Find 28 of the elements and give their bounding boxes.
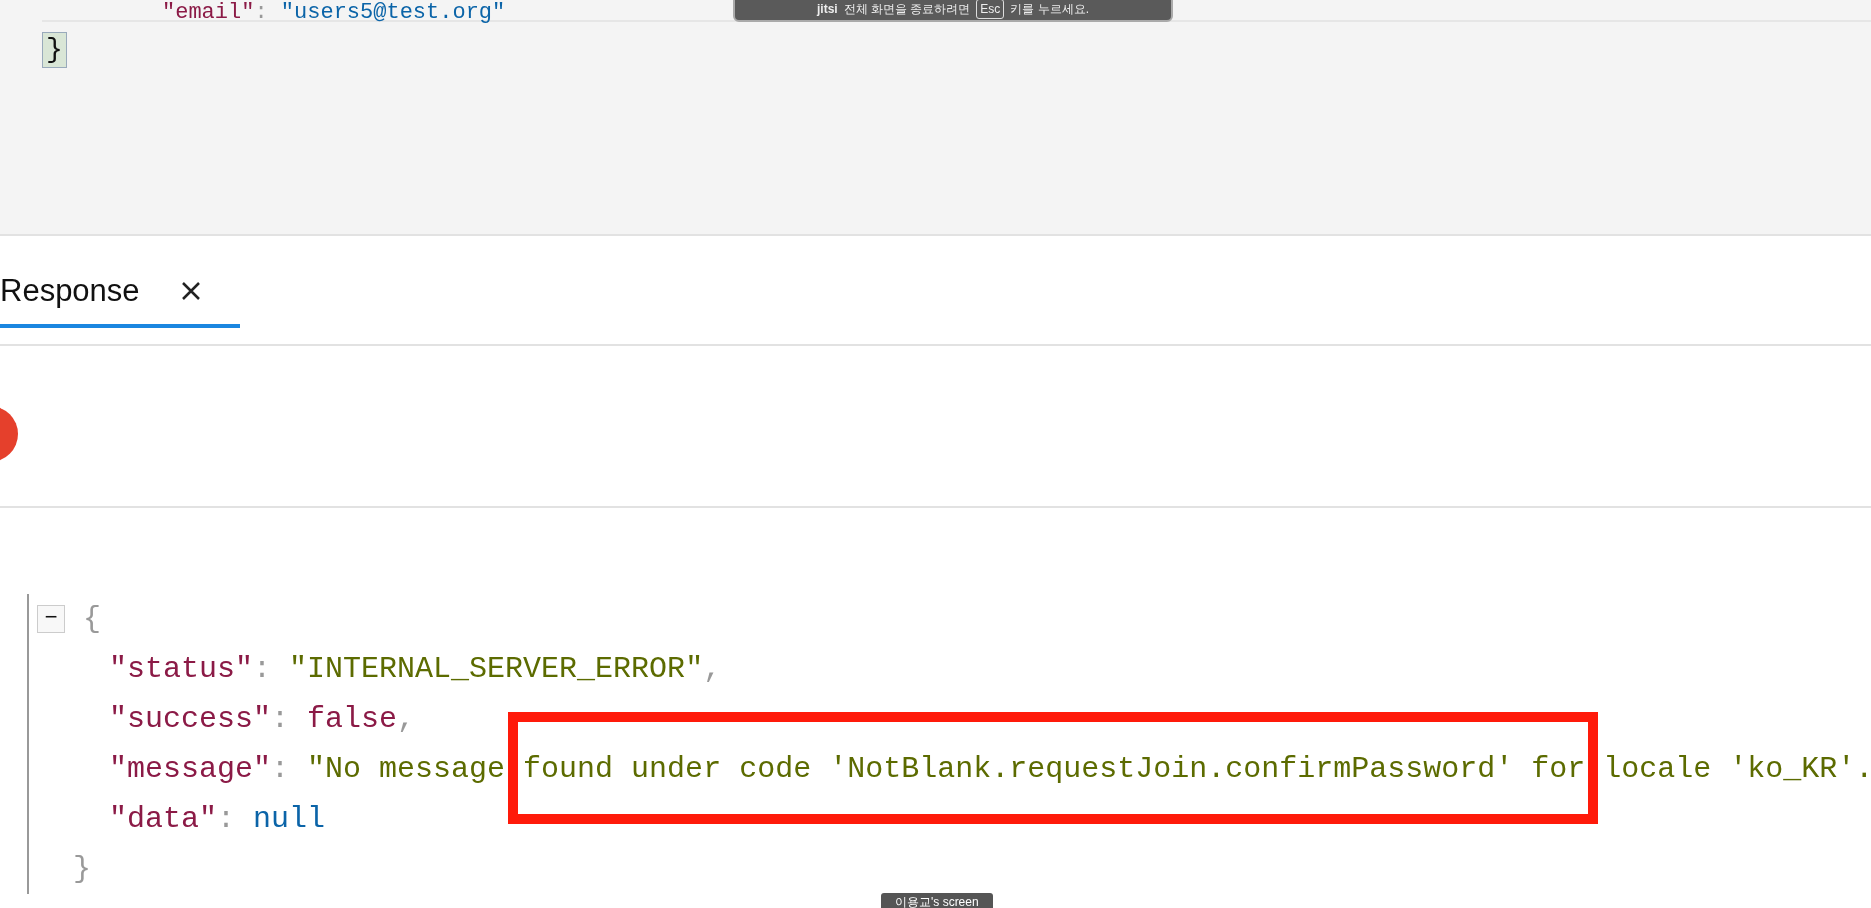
- screen-share-label: 이용교's screen: [881, 893, 993, 908]
- colon: :: [253, 652, 272, 686]
- collapse-button[interactable]: −: [37, 605, 65, 634]
- colon: :: [217, 802, 236, 836]
- json-key: "status": [109, 652, 254, 686]
- open-brace: {: [83, 602, 102, 636]
- json-key: "email": [162, 0, 255, 25]
- close-brace: }: [73, 852, 91, 886]
- toast-brand: jitsi: [817, 1, 838, 18]
- comma: ,: [703, 652, 722, 686]
- toast-text: 전체 화면을 종료하려면: [843, 1, 971, 18]
- comma: ,: [397, 702, 416, 736]
- json-value: "INTERNAL_SERVER_ERROR": [289, 652, 704, 686]
- colon: :: [271, 752, 290, 786]
- json-key: "success": [109, 702, 272, 736]
- colon: :: [254, 0, 268, 25]
- toast-text: 키를 누르세요.: [1010, 1, 1089, 18]
- close-icon[interactable]: [179, 279, 202, 302]
- json-value: "users5@test.org": [280, 0, 506, 25]
- colon: :: [271, 702, 290, 736]
- json-key: "message": [109, 752, 272, 786]
- json-value: false: [307, 702, 398, 736]
- json-value: null: [253, 802, 326, 836]
- response-tab[interactable]: Response: [0, 267, 240, 328]
- json-key: "data": [109, 802, 218, 836]
- key-hint: Esc: [976, 0, 1005, 19]
- json-value: "No message found under code 'NotBlank.requestJoin.confirmPassword' for locale 'ko_KR'.: [307, 752, 1871, 786]
- closing-brace: }: [42, 32, 67, 68]
